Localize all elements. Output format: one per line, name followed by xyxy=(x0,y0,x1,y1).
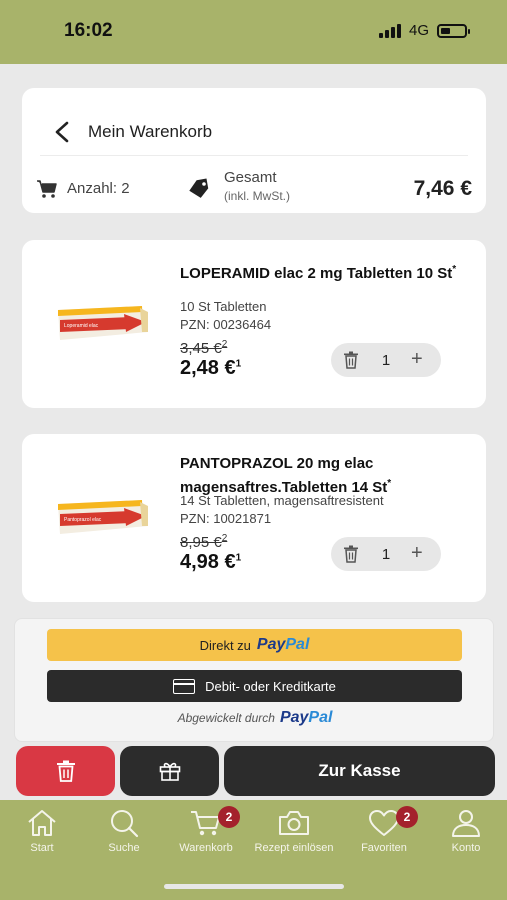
delete-cart-button[interactable] xyxy=(16,746,115,796)
quantity-value[interactable]: 1 xyxy=(379,546,393,563)
current-price: 2,48 €1 xyxy=(180,357,242,379)
old-price: 8,95 €2 xyxy=(180,533,228,551)
svg-text:Loperamid elac: Loperamid elac xyxy=(64,323,99,329)
quantity-stepper: 1 + xyxy=(331,537,441,571)
price-tag-icon xyxy=(189,178,209,198)
tab-label: Favoriten xyxy=(361,842,407,854)
trash-icon[interactable] xyxy=(343,351,359,369)
home-indicator xyxy=(164,884,344,889)
gift-icon xyxy=(159,762,180,781)
tab-cart[interactable]: Warenkorb 2 xyxy=(164,806,248,854)
battery-icon xyxy=(437,23,470,38)
status-time: 16:02 xyxy=(64,20,113,41)
home-icon xyxy=(28,810,56,836)
signal-icon xyxy=(378,23,401,38)
quantity-value[interactable]: 1 xyxy=(379,352,393,369)
user-icon xyxy=(452,810,480,837)
payment-panel: Direkt zu PayPal Debit- oder Kreditkarte… xyxy=(14,618,494,742)
plus-icon[interactable]: + xyxy=(411,348,423,370)
product-image[interactable]: Loperamid elac xyxy=(54,302,150,344)
paypal-logo: PayPal xyxy=(256,636,310,653)
paypal-button-label: Direkt zu xyxy=(199,637,251,653)
divider xyxy=(40,155,468,156)
tab-start[interactable]: Start xyxy=(0,808,84,854)
tab-label: Start xyxy=(30,842,54,854)
paypal-logo: PayPal xyxy=(279,709,333,726)
item-count: Anzahl: 2 xyxy=(67,180,130,197)
cart-item: Loperamid elac LOPERAMID elac 2 mg Table… xyxy=(22,240,486,408)
trash-icon xyxy=(56,760,75,782)
back-arrow-icon[interactable] xyxy=(52,120,72,144)
tab-account[interactable]: Konto xyxy=(424,808,507,854)
quantity-stepper: 1 + xyxy=(331,343,441,377)
paypal-button[interactable]: Direkt zu PayPal xyxy=(47,629,462,661)
product-description: 14 St Tabletten, magensaftresistent xyxy=(180,493,384,508)
processed-by: Abgewickelt durch PayPal xyxy=(15,709,495,727)
tab-label: Konto xyxy=(451,842,481,854)
total-label: Gesamt xyxy=(224,169,277,186)
product-pzn: PZN: 00236464 xyxy=(180,317,272,332)
tab-label: Suche xyxy=(108,842,140,854)
old-price: 3,45 €2 xyxy=(180,339,228,357)
cart-icon xyxy=(37,180,57,198)
network-type: 4G xyxy=(408,22,429,39)
trash-icon[interactable] xyxy=(343,545,359,563)
tab-label: Warenkorb xyxy=(179,842,233,854)
cart-summary-card: Mein Warenkorb Anzahl: 2 Gesamt (inkl. M… xyxy=(22,88,486,213)
product-pzn: PZN: 10021871 xyxy=(180,511,272,526)
product-name[interactable]: PANTOPRAZOL 20 mg elac magensaftres.Tabl… xyxy=(180,454,470,498)
page-title: Mein Warenkorb xyxy=(88,122,213,141)
status-bar: 16:02 4G xyxy=(0,0,507,64)
status-indicators: 4G xyxy=(378,22,470,39)
tab-search[interactable]: Suche xyxy=(82,808,166,854)
current-price: 4,98 €1 xyxy=(180,551,242,573)
gift-button[interactable] xyxy=(120,746,219,796)
product-image[interactable]: Pantoprazol elac xyxy=(54,496,150,538)
favorites-count-badge: 2 xyxy=(396,806,418,828)
debit-credit-card-button[interactable]: Debit- oder Kreditkarte xyxy=(47,670,462,702)
total-amount: 7,46 € xyxy=(413,177,472,200)
total-tax-note: (inkl. MwSt.) xyxy=(224,189,290,203)
tab-label: Rezept einlösen xyxy=(254,842,334,854)
processed-by-label: Abgewickelt durch xyxy=(177,711,275,725)
svg-text:Pantoprazol elac: Pantoprazol elac xyxy=(64,517,102,523)
tab-prescription[interactable]: Rezept einlösen xyxy=(252,808,336,854)
checkout-button[interactable]: Zur Kasse xyxy=(224,746,495,796)
credit-card-icon xyxy=(173,678,196,694)
cart-item: Pantoprazol elac PANTOPRAZOL 20 mg elac … xyxy=(22,434,486,602)
camera-icon xyxy=(279,811,309,835)
product-description: 10 St Tabletten xyxy=(180,299,267,314)
cart-count-badge: 2 xyxy=(218,806,240,828)
card-button-label: Debit- oder Kreditkarte xyxy=(205,678,336,694)
tab-favorites[interactable]: Favoriten 2 xyxy=(342,806,426,854)
search-icon xyxy=(111,810,139,838)
plus-icon[interactable]: + xyxy=(411,542,423,564)
product-name[interactable]: LOPERAMID elac 2 mg Tabletten 10 St* xyxy=(180,260,470,284)
